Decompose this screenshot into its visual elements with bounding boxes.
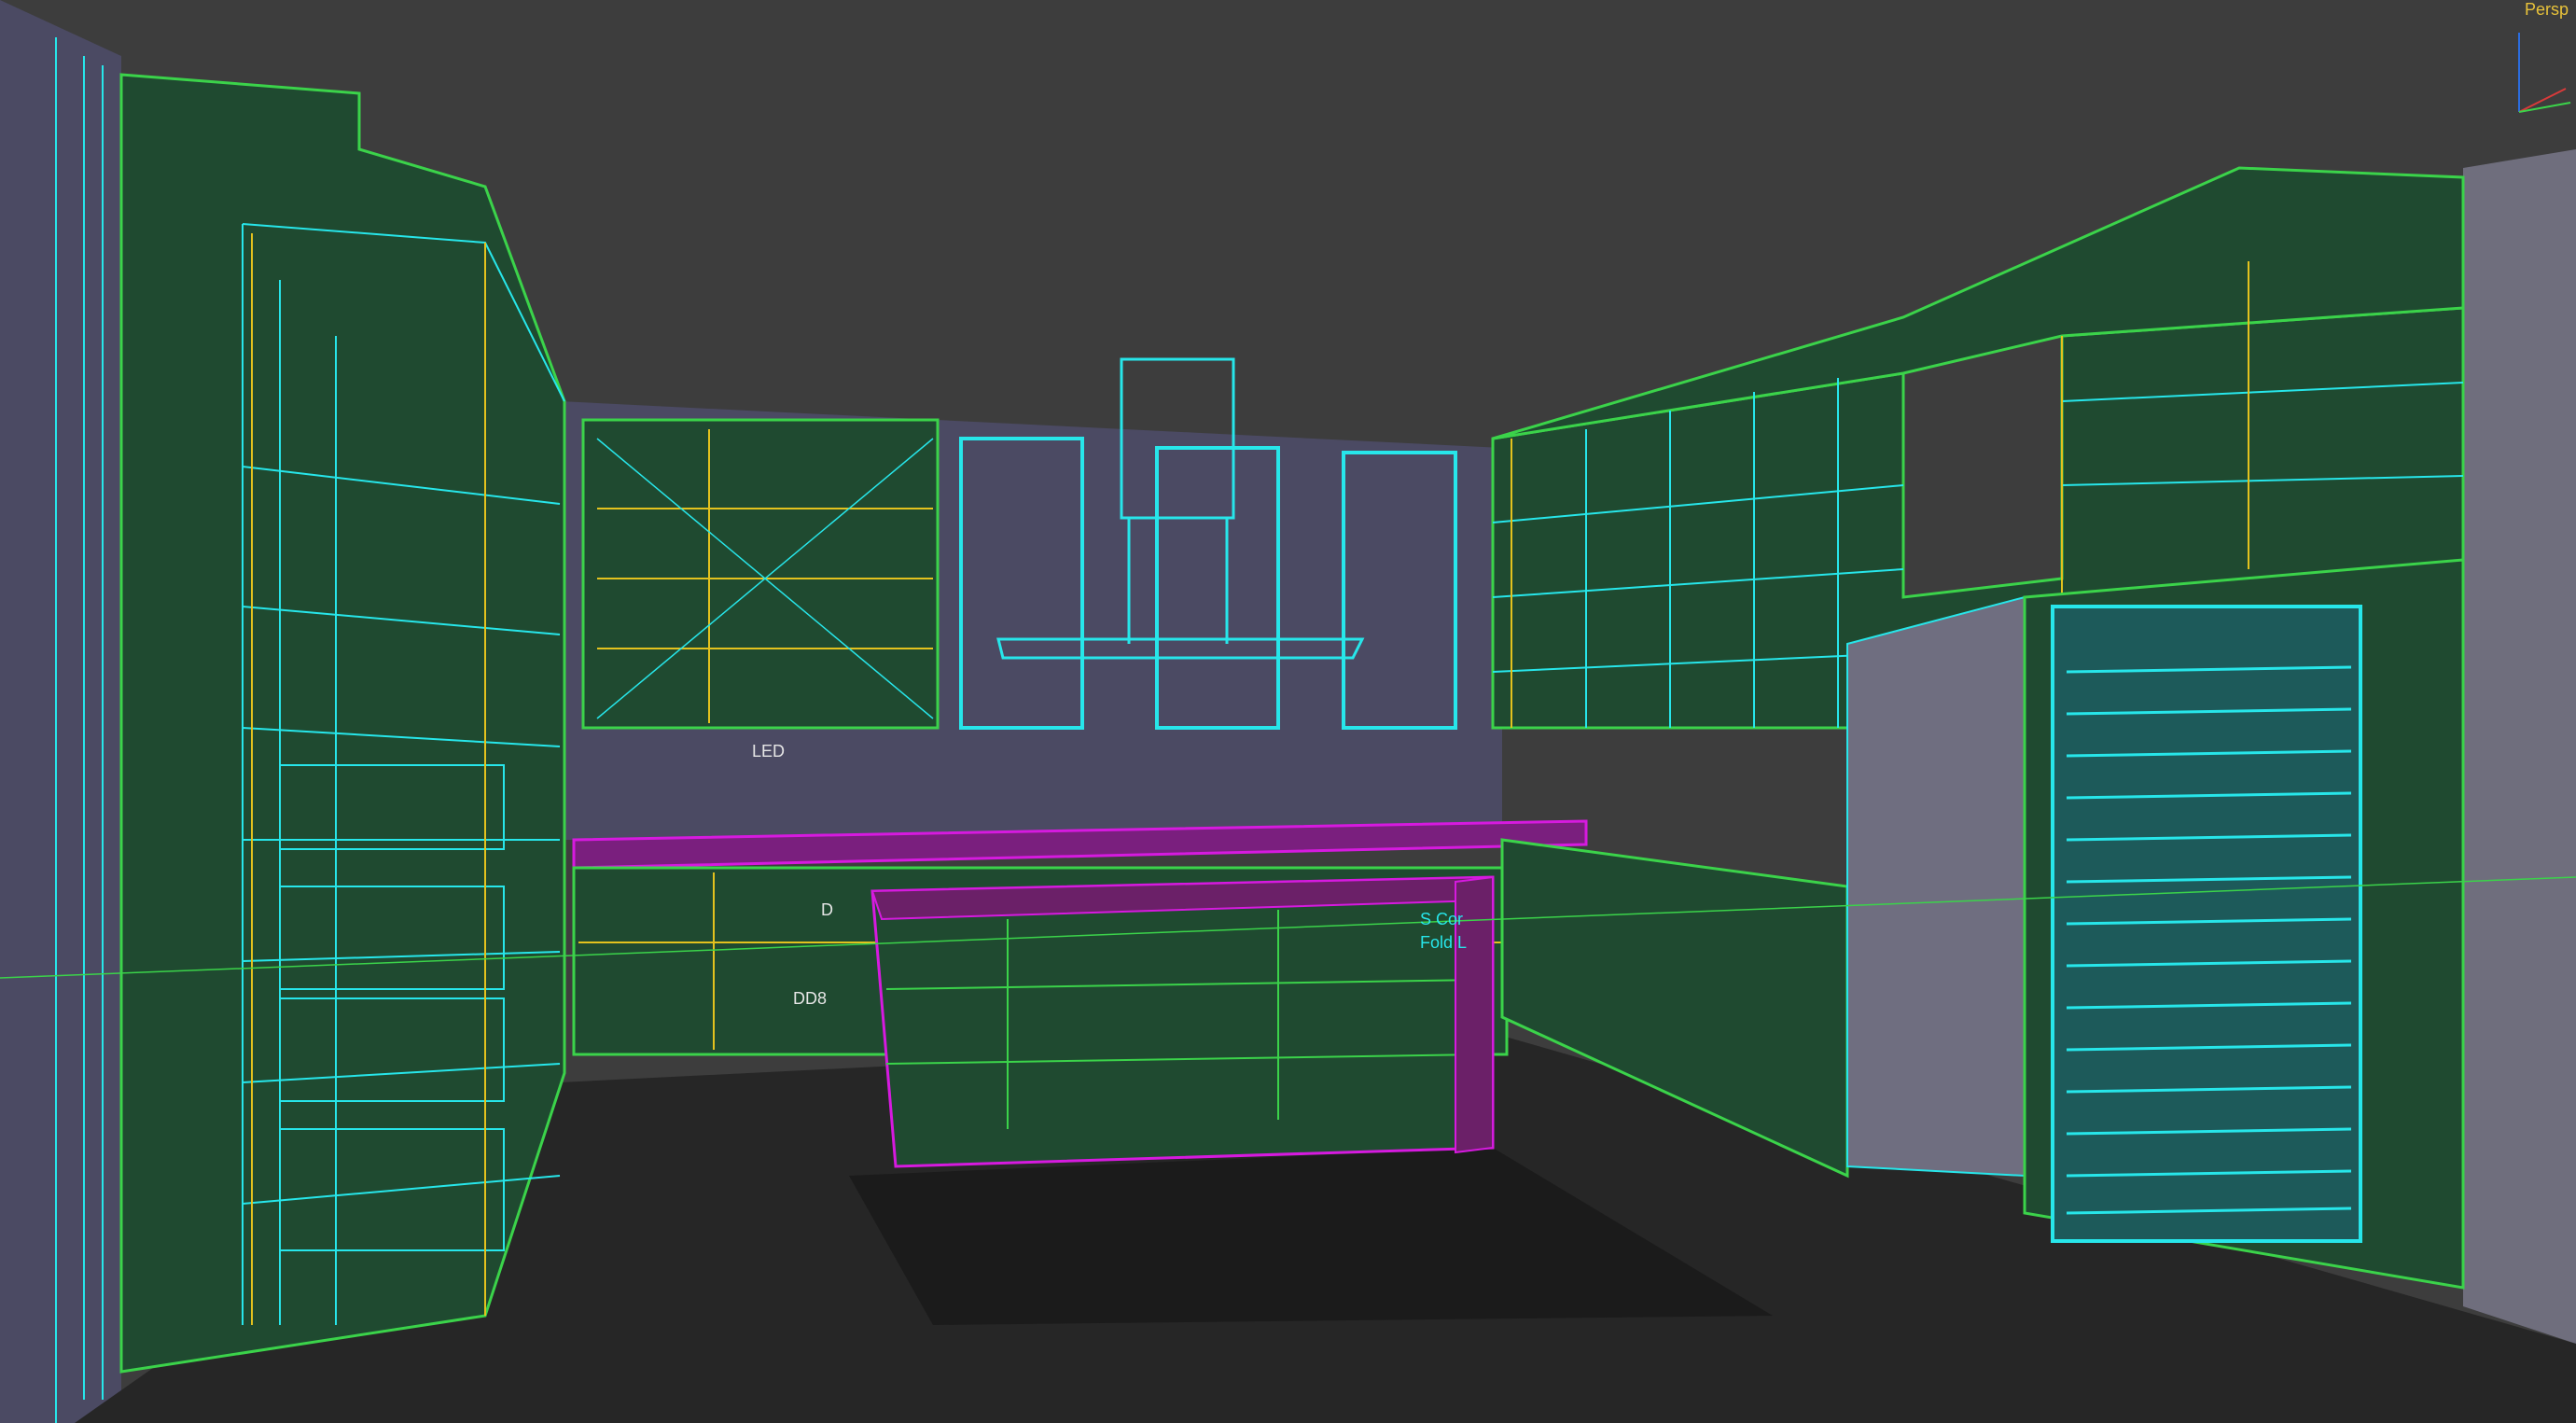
led-annotation: LED [752, 742, 786, 760]
dd8-annotation: DD8 [793, 989, 828, 1008]
axis-gizmo-icon [2518, 33, 2571, 113]
right-wall [2463, 149, 2576, 1344]
windows [959, 437, 1457, 730]
viewport-label[interactable]: Persp [2525, 0, 2569, 20]
s-cor-annotation: S Cor [1420, 910, 1464, 928]
refrigerator [1846, 595, 2026, 1178]
d-annotation: D [821, 900, 833, 919]
3d-viewport[interactable]: Persp LED D DD8 S Cor Fold L [0, 0, 2576, 1423]
kitchen-island [870, 875, 1495, 1168]
kitchen-wireframe-scene[interactable] [0, 0, 2576, 1423]
fold-l-annotation: Fold L [1420, 933, 1468, 952]
